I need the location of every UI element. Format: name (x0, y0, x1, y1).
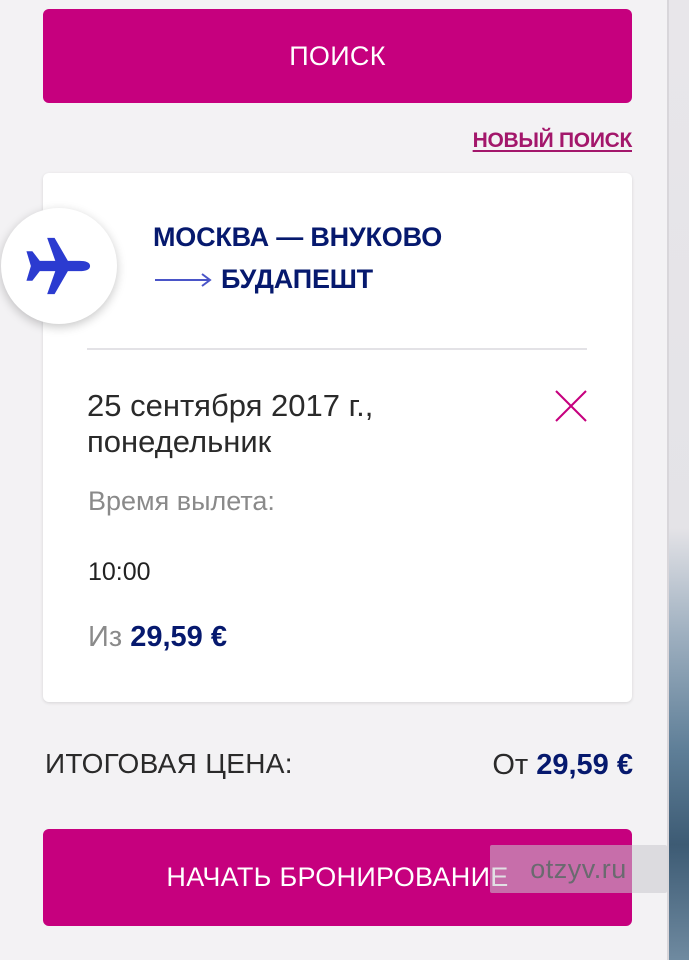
route-destination: БУДАПЕШТ (221, 264, 373, 294)
close-icon[interactable] (553, 388, 589, 424)
total-price: От 29,59 € (492, 749, 633, 782)
flight-icon-badge (1, 208, 117, 324)
arrow-right-icon (155, 272, 212, 287)
fare-amount: 29,59 € (130, 621, 227, 653)
card-divider (87, 348, 587, 350)
flight-date-line1: 25 сентября 2017 г., (87, 388, 374, 423)
route-destination-row: БУДАПЕШТ (155, 264, 373, 295)
total-prefix: От (492, 749, 529, 781)
departure-label: Время вылета: (88, 486, 275, 516)
flight-date-line2: понедельник (87, 424, 272, 459)
new-search-link[interactable]: НОВЫЙ ПОИСК (473, 129, 633, 153)
background-strip (667, 0, 689, 960)
watermark: otzyv.ru (490, 845, 667, 893)
edge-divider (667, 0, 669, 960)
flight-fare: Из 29,59 € (88, 621, 227, 654)
fare-prefix: Из (88, 621, 123, 653)
departure-time[interactable]: 10:00 (88, 558, 151, 587)
search-button[interactable]: ПОИСК (43, 9, 632, 103)
total-amount: 29,59 € (536, 749, 633, 781)
flight-date: 25 сентября 2017 г., понедельник (87, 388, 507, 460)
total-price-label: ИТОГОВАЯ ЦЕНА: (45, 748, 293, 779)
route-origin: МОСКВА — ВНУКОВО (153, 222, 443, 252)
airplane-icon (26, 237, 91, 295)
